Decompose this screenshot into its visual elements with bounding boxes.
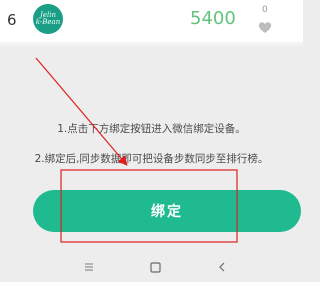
instruction-line-2: 2.绑定后,同步数据即可把设备步数同步至排行榜。: [34, 153, 269, 165]
step-count: 5400: [190, 8, 236, 29]
back-chevron-icon[interactable]: [215, 260, 229, 274]
instruction-line-1: 1.点击下方绑定按钮进入微信绑定设备。: [57, 123, 246, 135]
android-nav-bar: [0, 254, 303, 282]
rank-number: 6: [7, 11, 17, 29]
ranking-list-item[interactable]: 6 Jelin k-Bean 5400 0: [0, 0, 303, 42]
home-square-icon[interactable]: [148, 260, 162, 274]
annotation-arrow: [35, 57, 128, 166]
row-shadow: [0, 42, 303, 48]
avatar[interactable]: Jelin k-Bean: [33, 4, 63, 34]
wechat-sport-bind-page: 6 Jelin k-Bean 5400 0 1.点击下方绑定按钮进入微信绑定设备…: [0, 0, 303, 282]
avatar-logo-text: Jelin k-Bean: [35, 11, 61, 26]
heart-icon[interactable]: [257, 19, 273, 35]
like-count: 0: [262, 5, 268, 15]
menu-icon[interactable]: [82, 260, 96, 274]
bind-button[interactable]: 绑定: [33, 190, 301, 232]
